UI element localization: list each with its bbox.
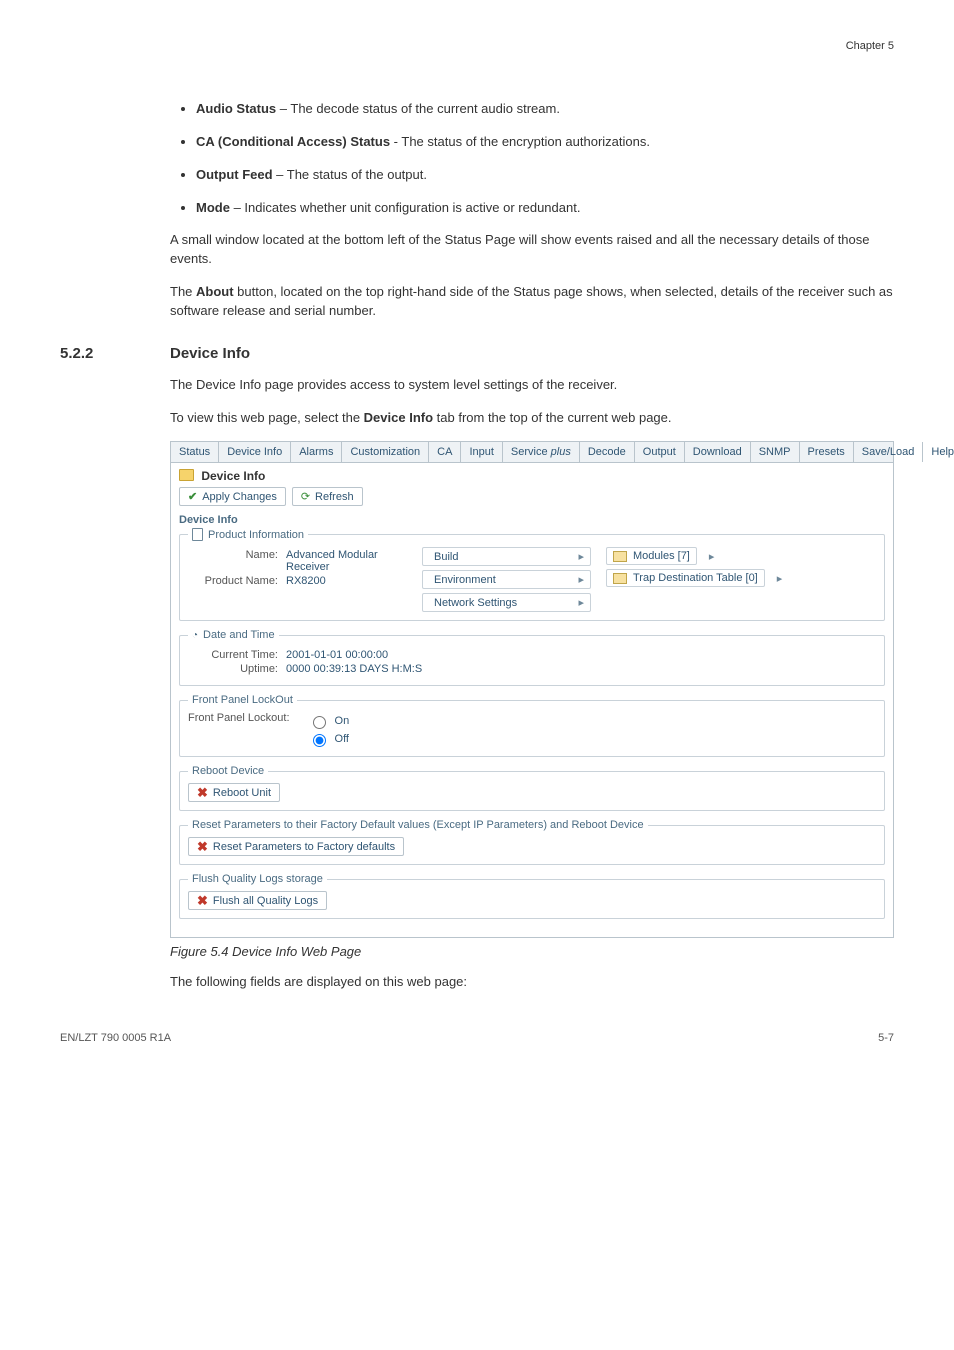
tab-customization[interactable]: Customization [342,442,429,462]
chevron-right-icon: ▸ [578,573,584,586]
tab-bar: Status Device Info Alarms Customization … [171,442,893,463]
product-name-label: Product Name: [188,575,278,587]
check-icon: ✔ [188,490,197,503]
x-icon: ✖ [197,786,208,799]
front-panel-lockout-legend: Front Panel LockOut [188,694,297,706]
section-title: Device Info [170,345,250,362]
tab-output[interactable]: Output [635,442,685,462]
refresh-icon: ⟳ [301,490,310,503]
refresh-button[interactable]: ⟳ Refresh [292,487,363,506]
body-paragraph: To view this web page, select the Device… [170,409,894,428]
tab-input[interactable]: Input [461,442,502,462]
flush-quality-logs-legend: Flush Quality Logs storage [188,873,327,885]
current-time-label: Current Time: [188,649,278,661]
list-item: Audio Status – The decode status of the … [196,100,894,119]
tab-snmp[interactable]: SNMP [751,442,800,462]
tab-presets[interactable]: Presets [800,442,854,462]
list-item: Mode – Indicates whether unit configurat… [196,199,894,218]
front-panel-off-radio[interactable]: Off [308,731,350,747]
tab-status[interactable]: Status [171,442,219,462]
build-menu[interactable]: Build ▸ [422,547,591,566]
body-paragraph: The following fields are displayed on th… [170,973,894,992]
pane-title: Device Info [179,469,885,483]
body-paragraph: The Device Info page provides access to … [170,376,894,395]
radio-input[interactable] [313,716,326,729]
bullet-list: Audio Status – The decode status of the … [170,100,894,217]
chevron-right-icon: ▸ [777,572,783,585]
reset-parameters-legend: Reset Parameters to their Factory Defaul… [188,819,648,831]
flush-quality-logs-fieldset: Flush Quality Logs storage ✖ Flush all Q… [179,873,885,919]
section-subheader: Device Info [179,514,885,526]
reset-parameters-button[interactable]: ✖ Reset Parameters to Factory defaults [188,837,404,856]
body-paragraph: A small window located at the bottom lef… [170,231,894,269]
tab-help[interactable]: Help [923,442,954,462]
folder-icon [179,469,194,481]
tab-decode[interactable]: Decode [580,442,635,462]
tab-save-load[interactable]: Save/Load [854,442,924,462]
file-icon [192,528,203,541]
x-icon: ✖ [197,894,208,907]
flush-quality-logs-button[interactable]: ✖ Flush all Quality Logs [188,891,327,910]
modules-icon [613,551,627,562]
modules-menu[interactable]: Modules [7] [606,547,697,565]
front-panel-on-radio[interactable]: On [308,713,350,729]
date-time-fieldset: ◔ Date and Time Current Time: 2001-01-01… [179,629,885,686]
list-item: Output Feed – The status of the output. [196,166,894,185]
uptime-value: 0000 00:39:13 DAYS H:M:S [286,663,422,675]
product-information-legend: Product Information [188,528,308,541]
apply-changes-button[interactable]: ✔ Apply Changes [179,487,286,506]
uptime-label: Uptime: [188,663,278,675]
reboot-unit-button[interactable]: ✖ Reboot Unit [188,783,280,802]
tab-ca[interactable]: CA [429,442,461,462]
network-settings-menu[interactable]: Network Settings ▸ [422,593,591,612]
reboot-device-fieldset: Reboot Device ✖ Reboot Unit [179,765,885,811]
x-icon: ✖ [197,840,208,853]
reset-parameters-fieldset: Reset Parameters to their Factory Defaul… [179,819,885,865]
reboot-device-legend: Reboot Device [188,765,268,777]
environment-menu[interactable]: Environment ▸ [422,570,591,589]
product-information-fieldset: Product Information Name: Advanced Modul… [179,528,885,621]
footer-left: EN/LZT 790 0005 R1A [60,1032,171,1044]
figure-caption: Figure 5.4 Device Info Web Page [170,944,894,959]
modules-icon [613,573,627,584]
chapter-header: Chapter 5 [60,40,894,52]
chevron-right-icon: ▸ [578,550,584,563]
list-item: CA (Conditional Access) Status - The sta… [196,133,894,152]
section-number: 5.2.2 [60,345,170,362]
front-panel-lockout-fieldset: Front Panel LockOut Front Panel Lockout:… [179,694,885,757]
footer-right: 5-7 [878,1032,894,1044]
tab-service-plus[interactable]: Service plus [503,442,580,462]
body-paragraph: The About button, located on the top rig… [170,283,894,321]
chevron-right-icon: ▸ [709,550,715,563]
tab-device-info[interactable]: Device Info [219,442,291,462]
product-name-value: RX8200 [286,575,326,587]
current-time-value: 2001-01-01 00:00:00 [286,649,388,661]
date-time-legend: ◔ Date and Time [188,629,279,641]
device-info-screenshot: Status Device Info Alarms Customization … [170,441,894,938]
chevron-right-icon: ▸ [578,596,584,609]
radio-input[interactable] [313,734,326,747]
clock-icon: ◔ [192,630,198,641]
trap-destination-menu[interactable]: Trap Destination Table [0] [606,569,765,587]
section-heading: 5.2.2 Device Info [60,345,894,362]
front-panel-lockout-label: Front Panel Lockout: [188,712,290,724]
tab-download[interactable]: Download [685,442,751,462]
name-label: Name: [188,549,278,573]
name-value: Advanced Modular Receiver [286,549,408,573]
tab-alarms[interactable]: Alarms [291,442,342,462]
